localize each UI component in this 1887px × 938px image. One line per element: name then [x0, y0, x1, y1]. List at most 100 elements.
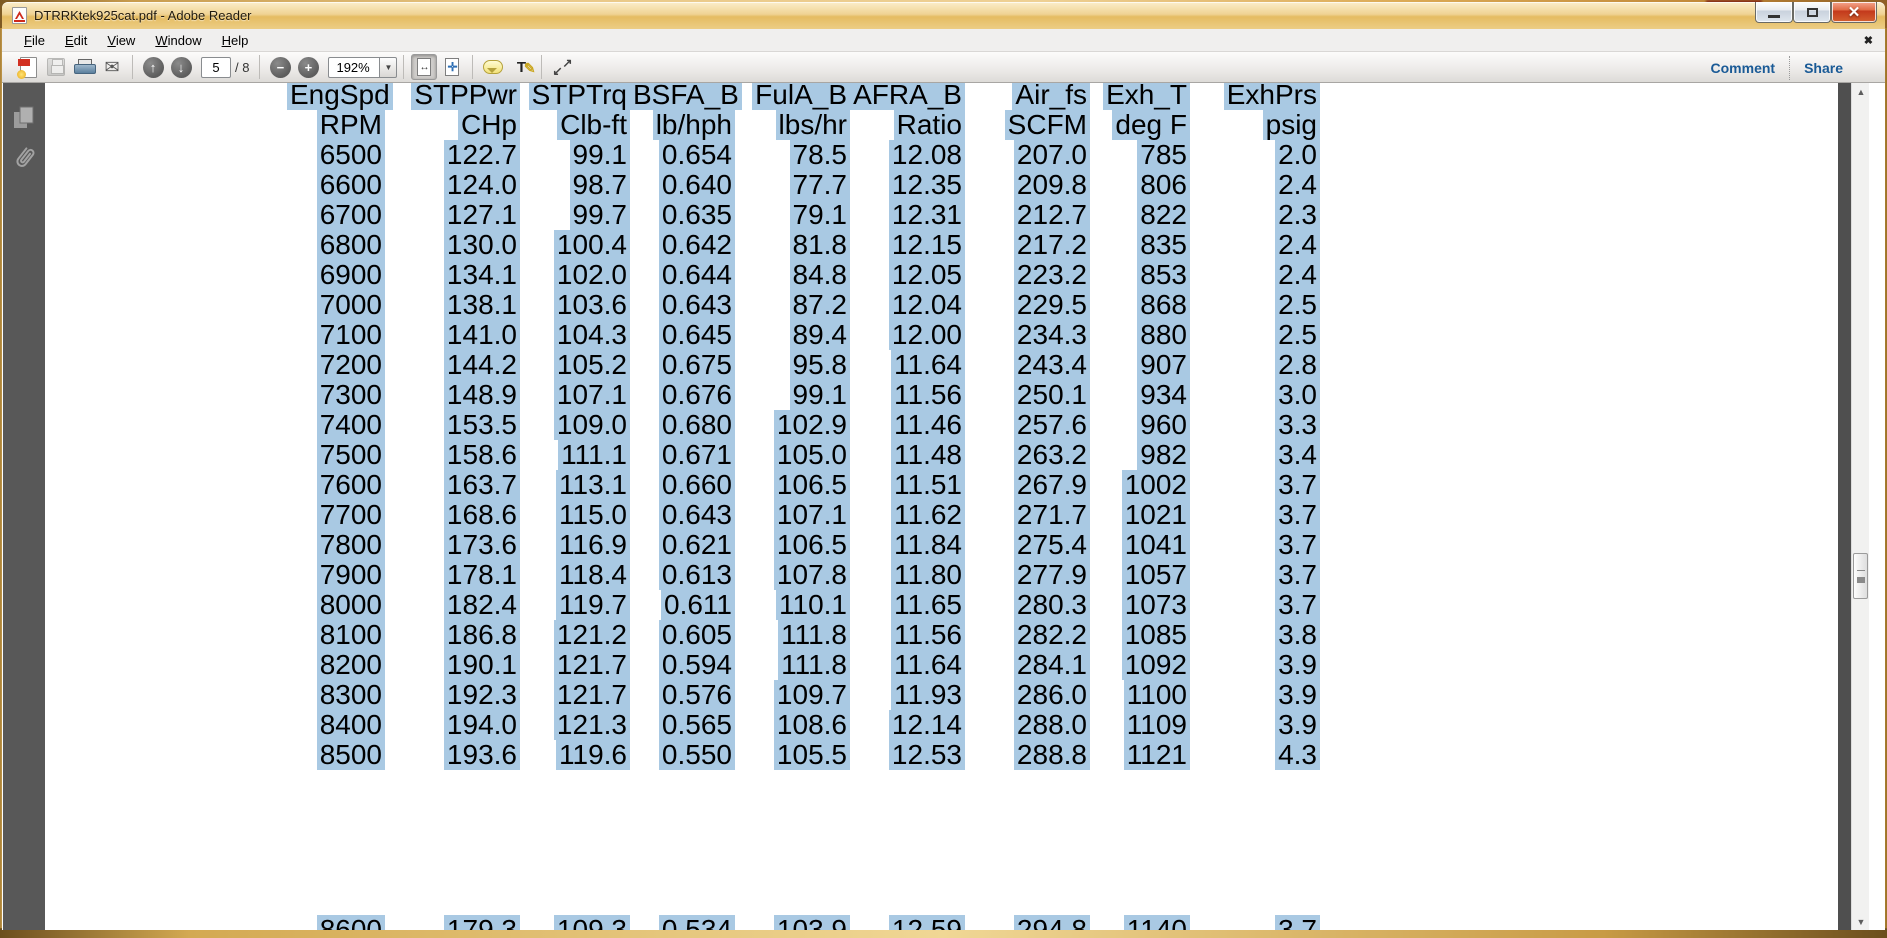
table-cell[interactable]: 11.93 — [850, 680, 965, 710]
table-cell[interactable]: 1092 — [1090, 650, 1190, 680]
table-cell[interactable]: STPPwr — [385, 83, 520, 110]
table-cell[interactable]: 3.7 — [1190, 500, 1320, 530]
table-cell[interactable]: 7900 — [287, 560, 385, 590]
table-cell[interactable]: 11.84 — [850, 530, 965, 560]
table-cell[interactable]: 115.0 — [520, 500, 630, 530]
table-cell[interactable]: 158.6 — [385, 440, 520, 470]
table-cell[interactable]: 8300 — [287, 680, 385, 710]
table-cell[interactable]: 11.62 — [850, 500, 965, 530]
table-cell[interactable]: 121.7 — [520, 680, 630, 710]
menubar-close-icon[interactable]: ✖ — [1864, 34, 1873, 47]
table-cell[interactable]: 11.48 — [850, 440, 965, 470]
table-cell[interactable]: 3.9 — [1190, 710, 1320, 740]
scroll-up-button[interactable]: ▲ — [1852, 83, 1870, 100]
menu-help[interactable]: Help — [212, 30, 259, 51]
table-cell[interactable]: 223.2 — [965, 260, 1090, 290]
table-cell[interactable]: 6500 — [287, 140, 385, 170]
table-cell[interactable]: 0.643 — [630, 500, 735, 530]
comment-panel-button[interactable]: Comment — [1697, 60, 1790, 76]
table-cell[interactable]: 1140 — [1090, 915, 1190, 930]
table-cell[interactable]: 217.2 — [965, 230, 1090, 260]
table-cell[interactable]: 99.7 — [520, 200, 630, 230]
table-cell[interactable]: 3.7 — [1190, 530, 1320, 560]
table-cell[interactable]: 87.2 — [735, 290, 850, 320]
table-cell[interactable]: 105.5 — [735, 740, 850, 770]
table-cell[interactable]: lb/hph — [630, 110, 735, 140]
table-cell[interactable]: 288.0 — [965, 710, 1090, 740]
table-cell[interactable]: 0.644 — [630, 260, 735, 290]
table-cell[interactable]: 1041 — [1090, 530, 1190, 560]
table-cell[interactable]: 2.4 — [1190, 260, 1320, 290]
table-cell[interactable]: 98.7 — [520, 170, 630, 200]
table-cell[interactable]: 182.4 — [385, 590, 520, 620]
table-cell[interactable]: CHp — [385, 110, 520, 140]
table-cell[interactable]: 0.576 — [630, 680, 735, 710]
table-cell[interactable]: 107.1 — [520, 380, 630, 410]
save-button[interactable] — [43, 54, 69, 80]
table-cell[interactable]: 2.5 — [1190, 290, 1320, 320]
table-cell[interactable]: RPM — [287, 110, 385, 140]
table-cell[interactable]: 212.7 — [965, 200, 1090, 230]
table-cell[interactable]: 275.4 — [965, 530, 1090, 560]
table-cell[interactable]: 0.676 — [630, 380, 735, 410]
table-cell[interactable]: 0.660 — [630, 470, 735, 500]
scroll-down-button[interactable]: ▼ — [1852, 913, 1870, 930]
table-cell[interactable]: 288.8 — [965, 740, 1090, 770]
table-cell[interactable]: 134.1 — [385, 260, 520, 290]
table-cell[interactable]: 0.671 — [630, 440, 735, 470]
table-cell[interactable]: 7600 — [287, 470, 385, 500]
table-cell[interactable]: 806 — [1090, 170, 1190, 200]
table-cell[interactable]: 207.0 — [965, 140, 1090, 170]
table-cell[interactable]: 106.5 — [735, 530, 850, 560]
table-cell[interactable]: 6700 — [287, 200, 385, 230]
table-cell[interactable]: 1100 — [1090, 680, 1190, 710]
fit-page-button[interactable]: ✛ — [439, 54, 465, 80]
table-cell[interactable]: 11.64 — [850, 350, 965, 380]
table-cell[interactable]: 6800 — [287, 230, 385, 260]
table-cell[interactable]: ExhPrs — [1190, 83, 1320, 110]
table-cell[interactable]: 163.7 — [385, 470, 520, 500]
vertical-scrollbar[interactable]: ▲ ▼ — [1851, 83, 1869, 930]
table-cell[interactable]: 12.53 — [850, 740, 965, 770]
table-cell[interactable]: 6900 — [287, 260, 385, 290]
print-button[interactable] — [71, 54, 97, 80]
table-cell[interactable]: 0.594 — [630, 650, 735, 680]
table-cell[interactable]: 11.64 — [850, 650, 965, 680]
table-cell[interactable]: 111.8 — [735, 620, 850, 650]
table-cell[interactable]: 250.1 — [965, 380, 1090, 410]
table-cell[interactable]: 835 — [1090, 230, 1190, 260]
table-cell[interactable]: 0.643 — [630, 290, 735, 320]
table-cell[interactable]: 148.9 — [385, 380, 520, 410]
table-cell[interactable]: 229.5 — [965, 290, 1090, 320]
table-cell[interactable]: 3.0 — [1190, 380, 1320, 410]
menu-view[interactable]: View — [97, 30, 145, 51]
table-cell[interactable]: 12.00 — [850, 320, 965, 350]
table-cell[interactable]: 8100 — [287, 620, 385, 650]
table-cell[interactable]: 3.7 — [1190, 590, 1320, 620]
table-cell[interactable]: 0.635 — [630, 200, 735, 230]
next-page-button[interactable]: ↓ — [168, 54, 194, 80]
table-cell[interactable]: 168.6 — [385, 500, 520, 530]
table-cell[interactable]: 192.3 — [385, 680, 520, 710]
table-cell[interactable]: 257.6 — [965, 410, 1090, 440]
table-cell[interactable]: 8400 — [287, 710, 385, 740]
table-cell[interactable]: 880 — [1090, 320, 1190, 350]
attachments-paperclip-icon[interactable] — [12, 143, 36, 173]
table-cell[interactable]: 11.56 — [850, 380, 965, 410]
table-cell[interactable]: 7100 — [287, 320, 385, 350]
table-cell[interactable]: 130.0 — [385, 230, 520, 260]
table-cell[interactable]: 3.9 — [1190, 680, 1320, 710]
table-cell[interactable]: 186.8 — [385, 620, 520, 650]
table-cell[interactable]: 6600 — [287, 170, 385, 200]
table-cell[interactable]: 1073 — [1090, 590, 1190, 620]
table-cell[interactable]: Ratio — [850, 110, 965, 140]
table-cell[interactable]: 77.7 — [735, 170, 850, 200]
table-cell[interactable]: 12.04 — [850, 290, 965, 320]
table-cell[interactable]: lbs/hr — [735, 110, 850, 140]
table-cell[interactable]: 109.7 — [735, 680, 850, 710]
table-cell[interactable]: 111.1 — [520, 440, 630, 470]
table-cell[interactable]: 243.4 — [965, 350, 1090, 380]
table-cell[interactable]: 105.0 — [735, 440, 850, 470]
table-cell[interactable]: 0.640 — [630, 170, 735, 200]
table-cell[interactable]: 7500 — [287, 440, 385, 470]
